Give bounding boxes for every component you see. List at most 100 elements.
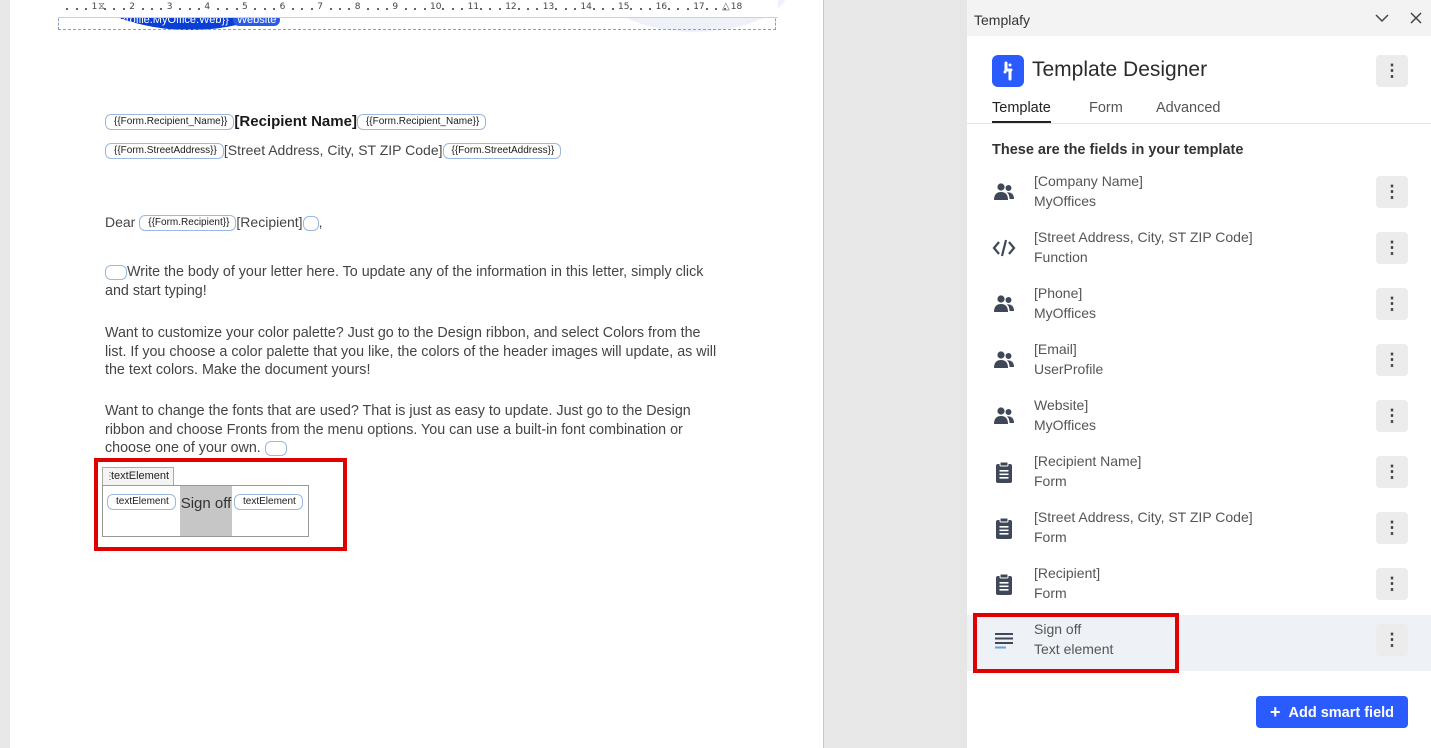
templafy-logo-icon	[992, 55, 1024, 87]
field-type: MyOffices	[1034, 305, 1096, 321]
recipient-name-tag-open[interactable]: {{Form.Recipient_Name}}	[105, 114, 235, 131]
ruler-tick	[141, 8, 144, 10]
ruler-tick	[301, 8, 304, 10]
field-menu-button[interactable]: ⋮	[1376, 288, 1408, 320]
horizontal-ruler[interactable]: 1 2 3 4 5 6 7 8 9 10 11 12 13 14 15 16 17 18 ⧖ △	[58, 0, 778, 18]
body-paragraph-3[interactable]: Want to change the fonts that are used? …	[105, 402, 725, 458]
tab-advanced[interactable]: Advanced	[1156, 100, 1221, 116]
ruler-tick	[404, 8, 407, 10]
field-type: MyOffices	[1034, 417, 1096, 433]
salutation-line[interactable]: Dear {{Form.Recipient}} [Recipient],	[105, 214, 323, 232]
ruler-tick	[715, 8, 717, 10]
ruler-tick	[649, 8, 652, 10]
field-type: Form	[1034, 529, 1067, 545]
recipient-name-line[interactable]: {{Form.Recipient_Name}} [Recipient Name]{…	[105, 113, 487, 131]
clipboard-icon	[992, 460, 1016, 484]
field-name: [Recipient Name]	[1034, 453, 1142, 469]
ruler-number: 1	[91, 2, 98, 12]
body-paragraph-2[interactable]: Want to customize your color palette? Ju…	[105, 324, 725, 380]
recipient-name-tag-close[interactable]: {{Form.Recipient_Name}}	[356, 114, 487, 131]
ruler-number: 15	[618, 2, 630, 12]
ruler-tick	[527, 8, 529, 10]
ruler-tick	[517, 8, 520, 10]
field-row[interactable]: [Recipient Name] Form ⋮	[967, 447, 1431, 503]
street-address-tag-close[interactable]: {{Form.StreetAddress}}	[442, 143, 562, 160]
ruler-tick	[160, 8, 163, 10]
field-name: [Company Name]	[1034, 173, 1143, 189]
ruler-tick	[376, 8, 379, 10]
ruler-number: 16	[655, 2, 668, 12]
ruler-tick	[179, 8, 182, 10]
people-icon	[992, 404, 1016, 428]
salutation-suffix: ,	[318, 214, 323, 230]
field-menu-button[interactable]: ⋮	[1376, 232, 1408, 264]
tab-template[interactable]: Template	[992, 100, 1051, 123]
app-menu-button[interactable]: ⋮	[1376, 55, 1408, 87]
recipient-name-value: [Recipient Name]	[234, 113, 357, 130]
field-menu-button[interactable]: ⋮	[1376, 512, 1408, 544]
ruler-tick	[263, 8, 266, 10]
recipient-value: [Recipient]	[236, 214, 303, 230]
ruler-tick	[451, 8, 454, 10]
indent-marker-icon[interactable]: ⧖	[98, 1, 105, 12]
body-content-control[interactable]	[105, 264, 127, 280]
field-type: Form	[1034, 473, 1067, 489]
ruler-tick	[339, 8, 341, 10]
ruler-tick	[498, 8, 501, 10]
field-row[interactable]: [Recipient] Form ⋮	[967, 559, 1431, 615]
document-page[interactable]: {{UserProfile.MyOffice.Web}} Website {{Fo…	[10, 0, 824, 748]
right-indent-marker-icon[interactable]: △	[722, 1, 730, 12]
ruler-tick	[611, 8, 614, 10]
ruler-tick	[329, 8, 332, 10]
field-name: [Email]	[1034, 341, 1077, 357]
recipient-tag-close[interactable]	[302, 215, 319, 231]
field-row[interactable]: Website] MyOffices ⋮	[967, 391, 1431, 447]
ruler-number: 2	[129, 2, 135, 12]
ruler-tick	[668, 8, 670, 10]
ruler-tick	[630, 8, 633, 10]
ruler-number: 17	[693, 2, 705, 12]
field-row[interactable]: [Email] UserProfile ⋮	[967, 335, 1431, 391]
ruler-tick	[348, 8, 351, 10]
field-menu-button[interactable]: ⋮	[1376, 400, 1408, 432]
app-name: Template Designer	[1032, 58, 1208, 81]
ruler-tick	[592, 8, 595, 10]
people-icon	[992, 348, 1016, 372]
field-menu-button[interactable]: ⋮	[1376, 624, 1408, 656]
chevron-down-icon[interactable]	[1373, 9, 1391, 27]
field-type: UserProfile	[1034, 361, 1104, 377]
field-row[interactable]: [Phone] MyOffices ⋮	[967, 279, 1431, 335]
ruler-tick	[254, 8, 257, 10]
field-menu-button[interactable]: ⋮	[1376, 568, 1408, 600]
field-type: Function	[1034, 249, 1088, 265]
field-row[interactable]: [Company Name] MyOffices ⋮	[967, 167, 1431, 223]
street-address-line[interactable]: {{Form.StreetAddress}} [Street Address, C…	[105, 142, 562, 160]
ruler-number: 18	[730, 2, 743, 12]
people-icon	[992, 292, 1016, 316]
field-menu-button[interactable]: ⋮	[1376, 456, 1408, 488]
ruler-tick	[423, 8, 426, 10]
panel-divider[interactable]	[960, 0, 967, 748]
field-row[interactable]: [Street Address, City, ST ZIP Code] Form ⋮	[967, 503, 1431, 559]
ruler-tick	[677, 8, 680, 10]
field-name: [Street Address, City, ST ZIP Code]	[1034, 229, 1253, 245]
tab-form[interactable]: Form	[1089, 100, 1123, 116]
add-smart-field-button[interactable]: + Add smart field	[1256, 696, 1408, 728]
add-smart-field-label: Add smart field	[1288, 705, 1395, 721]
ruler-tick	[198, 8, 200, 10]
close-icon[interactable]	[1407, 9, 1425, 27]
field-row[interactable]: [Street Address, City, ST ZIP Code] Funct…	[967, 223, 1431, 279]
salutation-prefix: Dear	[105, 214, 136, 230]
field-menu-button[interactable]: ⋮	[1376, 176, 1408, 208]
paragraph-3-content-control[interactable]	[264, 440, 287, 456]
ruler-tick	[461, 8, 464, 10]
body-paragraph-1[interactable]: Write the body of your letter here. To u…	[105, 263, 725, 300]
ruler-tick	[555, 8, 558, 10]
field-menu-button[interactable]: ⋮	[1376, 344, 1408, 376]
recipient-tag-open[interactable]: {{Form.Recipient}}	[139, 215, 237, 232]
clipboard-icon	[992, 516, 1016, 540]
street-address-tag-open[interactable]: {{Form.StreetAddress}}	[105, 143, 224, 160]
ruler-number: 4	[204, 2, 211, 12]
panel-highlight-box	[973, 613, 1179, 673]
ruler-tick	[226, 8, 229, 10]
